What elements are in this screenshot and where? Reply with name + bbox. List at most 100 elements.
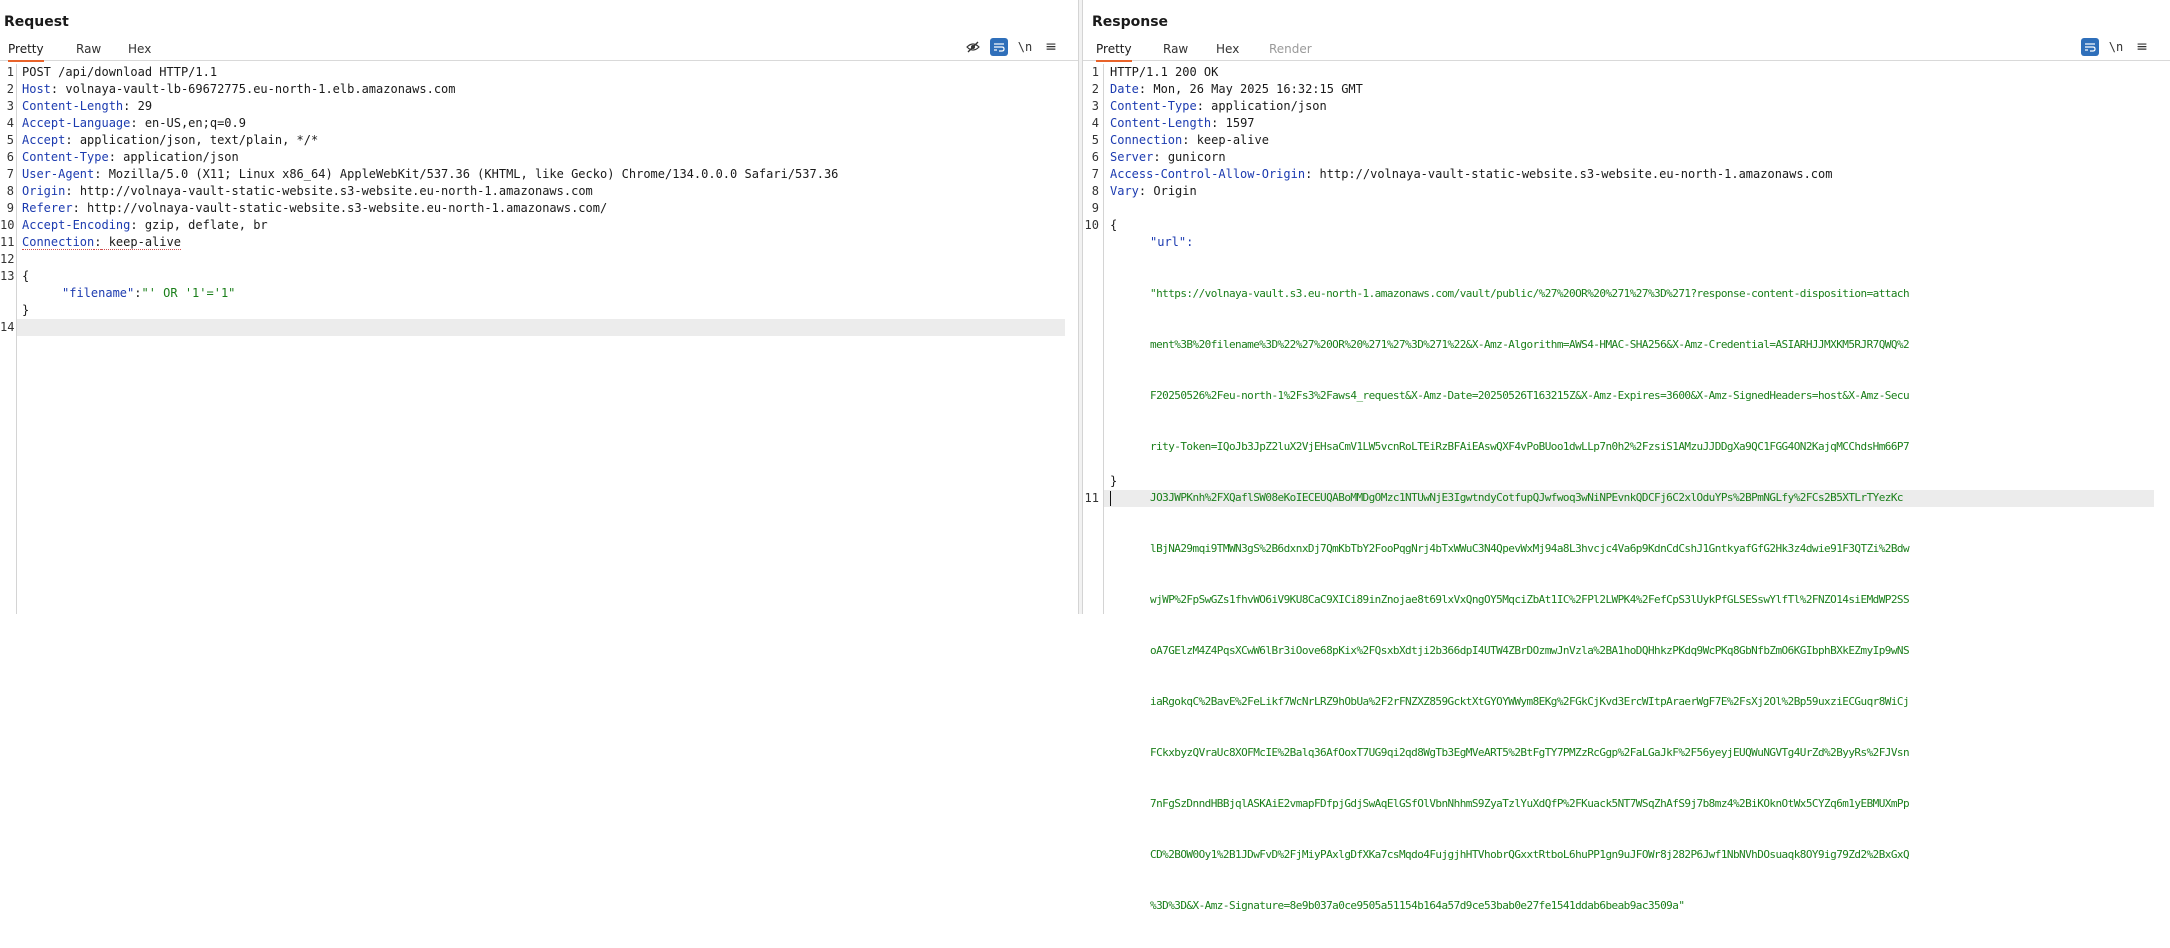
url-line: oA7GElzM4Z4PqsXCwW6lBr3iOove68pKix%2FQsx… — [1150, 644, 1910, 657]
line-number: 14 — [0, 320, 15, 334]
line-number: 9 — [6, 201, 14, 215]
request-header-line: Content-Type: application/json — [22, 150, 239, 164]
json-body-line: "filename":"' OR '1'='1" — [62, 285, 235, 302]
request-tab-raw[interactable]: Raw — [76, 40, 101, 60]
header-name: Host — [22, 82, 51, 96]
request-pane: Request Pretty Raw Hex \n ≡ 1 2 3 4 5 6 … — [0, 0, 1079, 614]
line-number: 7 — [6, 167, 14, 181]
request-title: Request — [4, 14, 69, 30]
response-tab-render[interactable]: Render — [1269, 40, 1312, 60]
header-value: gzip, deflate, br — [137, 218, 268, 232]
newline-icon[interactable]: \n — [2107, 38, 2125, 56]
json-key: "filename" — [62, 286, 135, 300]
response-pane: Response Pretty Raw Hex Render \n ≡ 1 2 … — [1083, 0, 2170, 912]
line-number: 6 — [6, 150, 14, 164]
line-number: 8 — [6, 184, 14, 198]
url-line: F20250526%2Feu-north-1%2Fs3%2Faws4_reque… — [1150, 389, 1910, 402]
json-close-brace: } — [22, 303, 30, 317]
line-number: 11 — [0, 235, 15, 249]
current-line-highlight — [17, 319, 1065, 336]
header-name: Vary — [1110, 184, 1139, 198]
line-number: 4 — [6, 116, 14, 130]
response-header-line: Vary: Origin — [1110, 184, 1197, 198]
response-title: Response — [1092, 14, 1169, 30]
header-value: gunicorn — [1160, 150, 1226, 164]
text-caret — [1110, 490, 1111, 507]
menu-icon[interactable]: ≡ — [2133, 38, 2151, 56]
line-number: 8 — [1091, 184, 1099, 198]
wrap-icon[interactable] — [990, 38, 1008, 56]
line-number: 10 — [0, 218, 15, 232]
hide-eye-icon[interactable] — [964, 38, 982, 56]
header-value: application/json — [115, 150, 239, 164]
json-open-brace: { — [1110, 218, 1118, 232]
header-value: en-US,en;q=0.9 — [137, 116, 246, 130]
header-value: application/json, text/plain, */* — [72, 133, 319, 147]
line-number: 13 — [0, 269, 15, 283]
header-value: keep-alive — [1189, 133, 1269, 147]
url-line: ment%3B%20filename%3D%22%27%20OR%20%271%… — [1150, 338, 1910, 351]
line-number: 10 — [1084, 218, 1099, 232]
header-name: Origin — [22, 184, 66, 198]
status-line: HTTP/1.1 200 OK — [1110, 65, 1219, 79]
url-line: JO3JWPKnh%2FXQaflSW08eKoIECEUQABoMMDgOMz… — [1150, 491, 1904, 504]
header-value: application/json — [1203, 99, 1327, 113]
url-line: CD%2BOW0Oy1%2B1JDwFvD%2FjMiyPAxlgDfXKa7c… — [1150, 848, 1910, 861]
line-number: 5 — [1091, 133, 1099, 147]
header-name: Connection — [22, 235, 95, 250]
request-header-line: Accept-Language: en-US,en;q=0.9 — [22, 116, 246, 130]
url-line: iaRgokqC%2BavE%2FeLikf7WcNrLRZ9hObUa%2F2… — [1150, 695, 1910, 708]
header-value: Mon, 26 May 2025 16:32:15 GMT — [1146, 82, 1363, 96]
response-tab-hex[interactable]: Hex — [1216, 40, 1239, 60]
request-header-line: Origin: http://volnaya-vault-static-webs… — [22, 184, 593, 198]
header-value: Mozilla/5.0 (X11; Linux x86_64) AppleWeb… — [101, 167, 839, 181]
header-value: http://volnaya-vault-static-website.s3-w… — [79, 201, 608, 215]
header-name: Date — [1110, 82, 1139, 96]
request-header-line: Host: volnaya-vault-lb-69672775.eu-north… — [22, 82, 456, 96]
json-url-value: "https://volnaya-vault.s3.eu-north-1.ama… — [1150, 251, 1910, 948]
request-tabs: Pretty Raw Hex — [0, 38, 1078, 62]
header-name: Access-Control-Allow-Origin — [1110, 167, 1306, 181]
response-header-line: Content-Length: 1597 — [1110, 116, 1255, 130]
json-close-brace: } — [1110, 474, 1118, 488]
line-number: 3 — [1091, 99, 1099, 113]
header-name: Accept-Encoding — [22, 218, 131, 232]
line-number: 4 — [1091, 116, 1099, 130]
line-number: 6 — [1091, 150, 1099, 164]
line-number: 3 — [6, 99, 14, 113]
json-open-brace: { — [22, 269, 30, 283]
header-name: Content-Type — [22, 150, 109, 164]
line-number: 1 — [6, 65, 14, 79]
header-value: 29 — [130, 99, 153, 113]
header-value: keep-alive — [101, 235, 181, 250]
request-header-line: Connection: keep-alive — [22, 235, 181, 250]
request-tab-pretty[interactable]: Pretty — [8, 40, 44, 62]
response-tab-pretty[interactable]: Pretty — [1096, 40, 1132, 62]
url-line: "https://volnaya-vault.s3.eu-north-1.ama… — [1150, 287, 1910, 300]
request-header-line: Accept-Encoding: gzip, deflate, br — [22, 218, 268, 232]
url-line: lBjNA29mqi9TMWN3gS%2B6dxnxDj7QmKbTbY2Foo… — [1150, 542, 1910, 555]
response-header-line: Connection: keep-alive — [1110, 133, 1269, 147]
line-number: 12 — [0, 252, 15, 266]
response-header-line: Date: Mon, 26 May 2025 16:32:15 GMT — [1110, 82, 1363, 96]
json-value: "' OR '1'='1" — [141, 286, 236, 300]
header-value: volnaya-vault-lb-69672775.eu-north-1.elb… — [58, 82, 456, 96]
header-value: 1597 — [1218, 116, 1255, 130]
line-number: 11 — [1084, 491, 1099, 505]
request-header-line: Content-Length: 29 — [22, 99, 153, 113]
menu-icon[interactable]: ≡ — [1042, 38, 1060, 56]
header-name: Server — [1110, 150, 1154, 164]
response-header-line: Access-Control-Allow-Origin: http://voln… — [1110, 167, 1833, 181]
line-number: 7 — [1091, 167, 1099, 181]
header-name: User-Agent — [22, 167, 95, 181]
line-number: 1 — [1091, 65, 1099, 79]
request-tab-hex[interactable]: Hex — [128, 40, 151, 60]
response-header-line: Content-Type: application/json — [1110, 99, 1327, 113]
header-name: Content-Length — [1110, 116, 1212, 130]
wrap-icon[interactable] — [2081, 38, 2099, 56]
line-number: 9 — [1091, 201, 1099, 215]
url-line: FCkxbyzQVraUc8XOFMcIE%2Balq36AfOoxT7UG9q… — [1150, 746, 1910, 759]
response-tab-raw[interactable]: Raw — [1163, 40, 1188, 60]
newline-icon[interactable]: \n — [1016, 38, 1034, 56]
header-value: http://volnaya-vault-static-website.s3-w… — [72, 184, 593, 198]
